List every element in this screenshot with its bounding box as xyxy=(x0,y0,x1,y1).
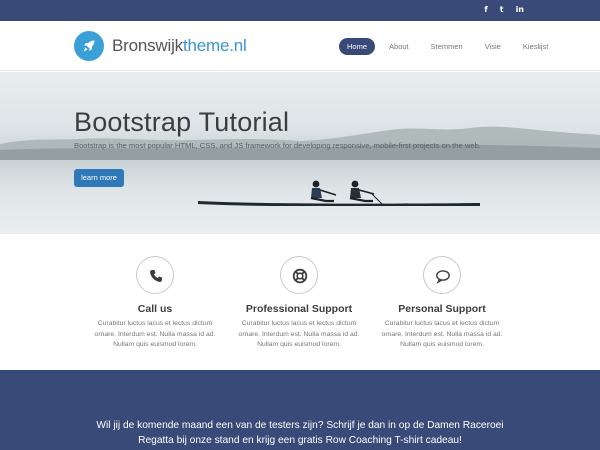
nav-item-about[interactable]: About xyxy=(381,38,417,55)
feature-text: Curabitur luctus lacus et lectus dictum … xyxy=(381,320,503,348)
top-bar: f t in xyxy=(0,0,600,21)
feature-text: Curabitur luctus lacus et lectus dictum … xyxy=(238,320,360,348)
feature-text: Curabitur luctus lacus et lectus dictum … xyxy=(94,320,216,348)
rowing-boat-image xyxy=(198,180,480,206)
brand-name: Bronswijk xyxy=(112,36,183,55)
feature-personal-support: Personal Support Curabitur luctus lacus … xyxy=(362,256,522,351)
hero-section: Bootstrap Tutorial Bootstrap is the most… xyxy=(0,72,600,234)
promo-banner: Wil jij de komende maand een van de test… xyxy=(0,370,600,450)
site-brand[interactable]: Bronswijktheme.nl xyxy=(112,36,247,56)
phone-icon xyxy=(136,256,174,294)
feature-title: Professional Support xyxy=(245,303,353,315)
nav-item-stemmen[interactable]: Stemmen xyxy=(423,38,471,55)
features-section: Call us Curabitur luctus lacus et lectus… xyxy=(0,234,600,370)
banner-text: Wil jij de komende maand een van de test… xyxy=(96,420,504,446)
social-links: f t in xyxy=(484,5,524,15)
nav-item-kieslijst[interactable]: Kieslijst xyxy=(515,38,556,55)
hero-subtitle: Bootstrap is the most popular HTML, CSS,… xyxy=(74,141,481,150)
chat-bubble-glyph xyxy=(436,270,450,284)
rocket-icon[interactable] xyxy=(74,31,104,61)
learn-more-button[interactable]: learn more xyxy=(74,169,124,187)
rocket-glyph xyxy=(83,40,95,52)
phone-glyph xyxy=(150,270,162,282)
lifebuoy-glyph xyxy=(292,268,308,284)
nav-item-visie[interactable]: Visie xyxy=(477,38,509,55)
site-header: Bronswijktheme.nl Home About Stemmen Vis… xyxy=(0,21,600,71)
feature-title: Personal Support xyxy=(398,303,486,315)
feature-professional-support: Professional Support Curabitur luctus la… xyxy=(219,256,379,351)
linkedin-icon[interactable]: in xyxy=(516,5,524,15)
feature-title: Call us xyxy=(137,303,173,315)
twitter-icon[interactable]: t xyxy=(500,5,504,15)
feature-call-us: Call us Curabitur luctus lacus et lectus… xyxy=(75,256,235,351)
brand-name-accent: theme.nl xyxy=(182,36,247,55)
hero-title: Bootstrap Tutorial xyxy=(74,107,290,137)
main-nav: Home About Stemmen Visie Kieslijst xyxy=(339,38,556,55)
facebook-icon[interactable]: f xyxy=(484,5,487,15)
nav-item-home[interactable]: Home xyxy=(339,38,376,55)
lifebuoy-icon xyxy=(280,256,318,294)
chat-bubble-icon xyxy=(423,256,461,294)
